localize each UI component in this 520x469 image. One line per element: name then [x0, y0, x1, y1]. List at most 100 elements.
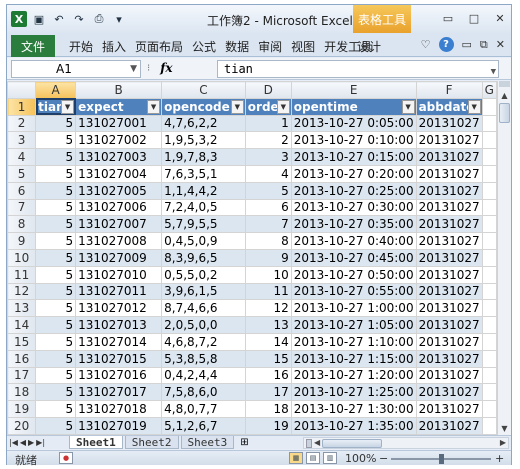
row-header[interactable]: 20 [7, 416, 37, 435]
table-cell[interactable]: 20131027 [415, 248, 483, 267]
header-cell-tian[interactable]: tian ▼ [35, 97, 77, 116]
empty-cell[interactable] [481, 181, 497, 200]
table-cell[interactable]: 20131027 [415, 181, 483, 200]
formula-options-icon[interactable]: ⁝ [147, 63, 150, 74]
save-icon[interactable]: ▣ [31, 11, 47, 27]
cell-grid[interactable]: A B C D E F G 1 tian ▼ expect ▼ opencode ▼ … [7, 81, 497, 435]
table-cell[interactable]: 20131027 [415, 198, 483, 217]
empty-cell[interactable] [481, 131, 497, 150]
tab-insert[interactable]: 插入 [102, 38, 126, 55]
table-cell[interactable]: 5,1,2,6,7 [161, 416, 246, 435]
table-cell[interactable]: 2013-10-27 0:35:00 [290, 215, 417, 234]
first-sheet-icon[interactable]: |◀ [9, 436, 18, 449]
table-cell[interactable]: 20131027 [415, 232, 483, 250]
table-cell[interactable]: 20131027 [415, 316, 483, 334]
row-header[interactable]: 4 [7, 148, 37, 166]
row-header[interactable]: 19 [7, 400, 37, 418]
table-cell[interactable]: 4 [244, 164, 292, 183]
tab-view[interactable]: 视图 [291, 38, 315, 55]
empty-cell[interactable] [481, 416, 497, 435]
table-cell[interactable]: 131027005 [75, 181, 163, 200]
redo-icon[interactable]: ↷ [71, 11, 87, 27]
empty-cell[interactable] [481, 400, 497, 418]
prev-sheet-icon[interactable]: ◀ [20, 436, 26, 449]
print-preview-icon[interactable]: ⎙ [91, 11, 107, 27]
last-sheet-icon[interactable]: ▶| [36, 436, 45, 449]
header-cell-order[interactable]: order ▼ [244, 97, 292, 116]
workbook-restore-icon[interactable]: ⧉ [480, 38, 488, 52]
tab-file[interactable]: 文件 [11, 35, 55, 57]
table-cell[interactable]: 20131027 [415, 332, 483, 351]
row-header[interactable]: 12 [7, 282, 37, 301]
table-cell[interactable]: 2013-10-27 1:00:00 [290, 299, 417, 318]
help-icon[interactable]: ? [438, 37, 454, 52]
tab-review[interactable]: 审阅 [258, 38, 282, 55]
zoom-in-icon[interactable]: + [495, 452, 504, 465]
filter-dropdown-icon[interactable]: ▼ [276, 99, 290, 114]
table-cell[interactable]: 0,4,5,0,9 [161, 232, 246, 250]
table-cell[interactable]: 131027002 [75, 131, 163, 150]
table-cell[interactable]: 20131027 [415, 265, 483, 284]
zoom-slider-knob[interactable] [439, 454, 444, 464]
scroll-down-icon[interactable]: ▼ [498, 422, 511, 435]
table-cell[interactable]: 131027007 [75, 215, 163, 234]
table-cell[interactable]: 1,1,4,4,2 [161, 181, 246, 200]
empty-cell[interactable] [481, 383, 497, 402]
table-cell[interactable]: 5,3,8,5,8 [161, 349, 246, 368]
table-cell[interactable]: 17 [244, 383, 292, 402]
page-layout-view-icon[interactable]: ▤ [306, 452, 320, 464]
row-header[interactable]: 17 [7, 366, 37, 385]
table-cell[interactable]: 2013-10-27 1:20:00 [290, 366, 417, 385]
page-break-view-icon[interactable]: ▥ [323, 452, 337, 464]
row-header[interactable]: 16 [7, 349, 37, 368]
table-cell[interactable]: 15 [244, 349, 292, 368]
table-cell[interactable]: 5 [35, 248, 77, 267]
table-cell[interactable]: 8 [244, 232, 292, 250]
filter-dropdown-icon[interactable]: ▼ [401, 99, 415, 114]
table-cell[interactable]: 2,0,5,0,0 [161, 316, 246, 334]
table-cell[interactable]: 20131027 [415, 299, 483, 318]
table-cell[interactable]: 12 [244, 299, 292, 318]
table-cell[interactable]: 5 [35, 383, 77, 402]
table-cell[interactable]: 5 [244, 181, 292, 200]
table-cell[interactable]: 19 [244, 416, 292, 435]
table-cell[interactable]: 2013-10-27 0:10:00 [290, 131, 417, 150]
undo-icon[interactable]: ↶ [51, 11, 67, 27]
split-box-handle[interactable] [499, 81, 510, 87]
column-header-f[interactable]: F [415, 81, 483, 99]
row-header[interactable]: 13 [7, 299, 37, 318]
filter-dropdown-icon[interactable]: ▼ [230, 99, 244, 114]
table-cell[interactable]: 5 [35, 366, 77, 385]
empty-cell[interactable] [481, 232, 497, 250]
table-cell[interactable]: 20131027 [415, 164, 483, 183]
table-cell[interactable]: 131027013 [75, 316, 163, 334]
table-cell[interactable]: 4,7,6,2,2 [161, 114, 246, 133]
table-cell[interactable]: 131027010 [75, 265, 163, 284]
table-cell[interactable]: 13 [244, 316, 292, 334]
row-header[interactable]: 11 [7, 265, 37, 284]
row-header[interactable]: 14 [7, 316, 37, 334]
empty-cell[interactable] [481, 299, 497, 318]
worksheet-grid[interactable]: A B C D E F G 1 tian ▼ expect ▼ opencode ▼ … [7, 81, 497, 435]
column-header-a[interactable]: A [35, 81, 77, 99]
table-cell[interactable]: 1,9,5,3,2 [161, 131, 246, 150]
table-cell[interactable]: 6 [244, 198, 292, 217]
table-cell[interactable]: 7,6,3,5,1 [161, 164, 246, 183]
table-cell[interactable]: 5 [35, 349, 77, 368]
empty-cell[interactable] [481, 332, 497, 351]
empty-cell[interactable] [481, 248, 497, 267]
empty-cell[interactable] [481, 114, 497, 133]
tab-page-layout[interactable]: 页面布局 [135, 38, 183, 55]
column-header-b[interactable]: B [75, 81, 163, 99]
formula-input[interactable]: tian ▼ [217, 60, 499, 78]
table-cell[interactable]: 131027017 [75, 383, 163, 402]
header-cell-expect[interactable]: expect ▼ [75, 97, 163, 116]
table-cell[interactable]: 1,9,7,8,3 [161, 148, 246, 166]
empty-cell[interactable] [481, 316, 497, 334]
table-cell[interactable]: 2013-10-27 0:45:00 [290, 248, 417, 267]
tab-design[interactable]: 设计 [357, 38, 381, 55]
table-cell[interactable]: 20131027 [415, 349, 483, 368]
row-header[interactable]: 3 [7, 131, 37, 150]
table-cell[interactable]: 8,7,4,6,6 [161, 299, 246, 318]
table-cell[interactable]: 5 [35, 215, 77, 234]
